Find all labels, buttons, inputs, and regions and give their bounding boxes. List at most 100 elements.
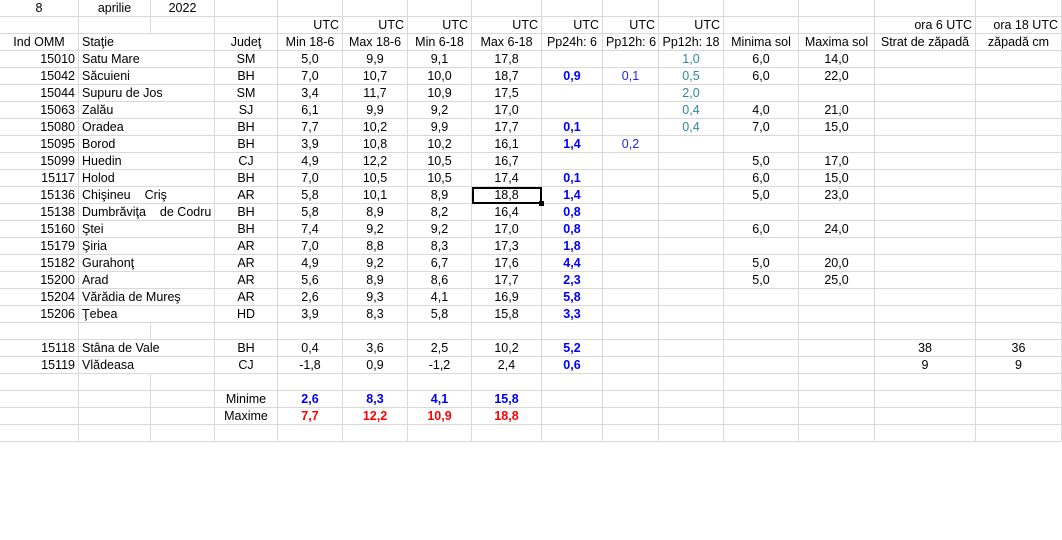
- cell[interactable]: 0,8: [542, 204, 603, 221]
- cell[interactable]: 9: [976, 357, 1062, 374]
- cell[interactable]: 7,0: [278, 170, 343, 187]
- cell[interactable]: 15,0: [799, 170, 875, 187]
- cell[interactable]: [603, 425, 659, 442]
- cell[interactable]: Chişineu Criş: [79, 187, 215, 204]
- cell[interactable]: [603, 85, 659, 102]
- cell[interactable]: [799, 17, 875, 34]
- cell[interactable]: 0,9: [343, 357, 408, 374]
- cell[interactable]: [659, 306, 724, 323]
- cell[interactable]: [408, 323, 472, 340]
- cell[interactable]: 2,3: [542, 272, 603, 289]
- cell[interactable]: 17,7: [472, 272, 542, 289]
- cell[interactable]: 10,9: [408, 408, 472, 425]
- cell[interactable]: [603, 340, 659, 357]
- cell[interactable]: 3,9: [278, 306, 343, 323]
- cell[interactable]: BH: [215, 204, 278, 221]
- cell[interactable]: Maxima sol: [799, 34, 875, 51]
- cell[interactable]: [151, 374, 215, 391]
- cell[interactable]: 5,0: [724, 187, 799, 204]
- cell[interactable]: [408, 425, 472, 442]
- cell[interactable]: [542, 408, 603, 425]
- cell[interactable]: [659, 425, 724, 442]
- cell[interactable]: [875, 238, 976, 255]
- cell[interactable]: 8,9: [343, 204, 408, 221]
- cell[interactable]: Săcuieni: [79, 68, 215, 85]
- cell[interactable]: [976, 255, 1062, 272]
- cell[interactable]: [0, 408, 79, 425]
- cell[interactable]: [976, 289, 1062, 306]
- cell[interactable]: [724, 289, 799, 306]
- cell[interactable]: [976, 221, 1062, 238]
- cell[interactable]: [603, 272, 659, 289]
- cell[interactable]: 6,7: [408, 255, 472, 272]
- cell[interactable]: 10,9: [408, 85, 472, 102]
- cell[interactable]: 15160: [0, 221, 79, 238]
- cell[interactable]: Maxime: [215, 408, 278, 425]
- cell[interactable]: [724, 238, 799, 255]
- cell[interactable]: 2,0: [659, 85, 724, 102]
- cell[interactable]: [542, 323, 603, 340]
- cell[interactable]: [603, 255, 659, 272]
- cell[interactable]: UTC: [542, 17, 603, 34]
- cell[interactable]: [724, 323, 799, 340]
- cell[interactable]: [343, 425, 408, 442]
- cell[interactable]: 5,0: [724, 153, 799, 170]
- cell[interactable]: [976, 85, 1062, 102]
- cell[interactable]: 2022: [151, 0, 215, 17]
- cell[interactable]: 5,8: [408, 306, 472, 323]
- cell[interactable]: [724, 425, 799, 442]
- cell[interactable]: [408, 0, 472, 17]
- cell[interactable]: [799, 391, 875, 408]
- cell[interactable]: [79, 374, 151, 391]
- cell[interactable]: 12,2: [343, 153, 408, 170]
- cell[interactable]: Max 18-6: [343, 34, 408, 51]
- cell[interactable]: 8,8: [343, 238, 408, 255]
- cell[interactable]: 8,3: [343, 306, 408, 323]
- cell[interactable]: [603, 187, 659, 204]
- cell[interactable]: [976, 391, 1062, 408]
- cell[interactable]: [151, 391, 215, 408]
- cell[interactable]: [603, 357, 659, 374]
- cell[interactable]: 4,0: [724, 102, 799, 119]
- cell[interactable]: [875, 136, 976, 153]
- cell[interactable]: 9,2: [343, 255, 408, 272]
- cell[interactable]: SJ: [215, 102, 278, 119]
- cell[interactable]: 17,3: [472, 238, 542, 255]
- cell[interactable]: 1,0: [659, 51, 724, 68]
- cell[interactable]: [875, 119, 976, 136]
- cell[interactable]: Supuru de Jos: [79, 85, 215, 102]
- cell[interactable]: Minima sol: [724, 34, 799, 51]
- cell[interactable]: 2,6: [278, 289, 343, 306]
- cell[interactable]: 0,2: [603, 136, 659, 153]
- cell[interactable]: [799, 289, 875, 306]
- cell[interactable]: [603, 0, 659, 17]
- cell[interactable]: CJ: [215, 153, 278, 170]
- cell[interactable]: [659, 374, 724, 391]
- cell[interactable]: 9,3: [343, 289, 408, 306]
- cell[interactable]: [659, 357, 724, 374]
- cell[interactable]: [976, 153, 1062, 170]
- cell[interactable]: [659, 289, 724, 306]
- cell[interactable]: [724, 85, 799, 102]
- cell[interactable]: 15010: [0, 51, 79, 68]
- cell[interactable]: [79, 408, 151, 425]
- cell[interactable]: [875, 85, 976, 102]
- cell[interactable]: 6,0: [724, 170, 799, 187]
- cell[interactable]: 9,2: [343, 221, 408, 238]
- cell[interactable]: [724, 357, 799, 374]
- cell[interactable]: Minime: [215, 391, 278, 408]
- cell[interactable]: [0, 374, 79, 391]
- cell[interactable]: [976, 170, 1062, 187]
- cell[interactable]: 15119: [0, 357, 79, 374]
- cell[interactable]: 17,0: [472, 102, 542, 119]
- cell[interactable]: [659, 408, 724, 425]
- cell[interactable]: [603, 391, 659, 408]
- cell[interactable]: [875, 289, 976, 306]
- cell[interactable]: 6,0: [724, 221, 799, 238]
- cell[interactable]: [976, 204, 1062, 221]
- cell[interactable]: 0,1: [542, 170, 603, 187]
- cell[interactable]: Max 6-18: [472, 34, 542, 51]
- cell[interactable]: [278, 425, 343, 442]
- cell[interactable]: 9,1: [408, 51, 472, 68]
- cell[interactable]: [875, 170, 976, 187]
